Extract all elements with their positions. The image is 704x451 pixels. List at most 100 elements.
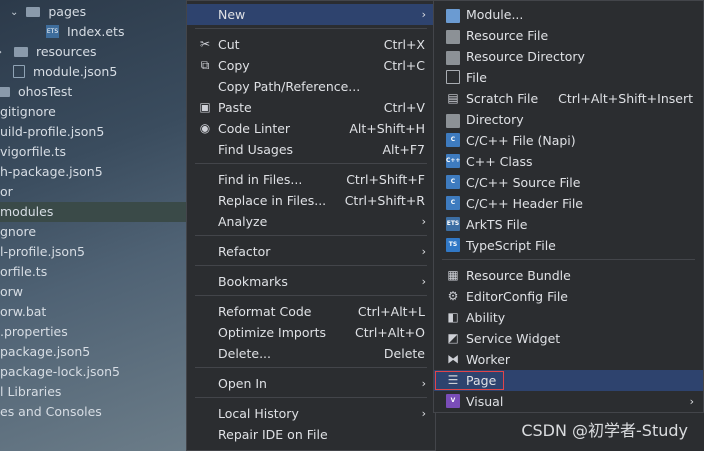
menu-item-label: Repair IDE on File bbox=[218, 427, 328, 442]
tree-row-label: orfile.ts bbox=[0, 264, 48, 279]
submenu-item-cpp-header[interactable]: C C/C++ Header File bbox=[434, 193, 703, 214]
tree-row-index-ets[interactable]: ETS Index.ets bbox=[0, 22, 186, 42]
submenu-item-page[interactable]: ☰ Page bbox=[434, 370, 703, 391]
submenu-item-editorconfig[interactable]: ⚙ EditorConfig File bbox=[434, 286, 703, 307]
menu-item-cut[interactable]: ✂ Cut Ctrl+X bbox=[187, 34, 435, 55]
tree-row[interactable]: orfile.ts bbox=[0, 262, 186, 282]
tree-row-label: vigorfile.ts bbox=[0, 144, 67, 159]
resource-bundle-icon: ▦ bbox=[447, 268, 459, 282]
menu-item-bookmarks[interactable]: Bookmarks › bbox=[187, 271, 435, 292]
tree-row[interactable]: gnore bbox=[0, 222, 186, 242]
tree-row[interactable]: orw bbox=[0, 282, 186, 302]
menu-item-label: Open In bbox=[218, 376, 267, 391]
menu-item-delete[interactable]: Delete... Delete bbox=[187, 343, 435, 364]
tree-row[interactable]: package-lock.json5 bbox=[0, 362, 186, 382]
c-source-icon: C bbox=[446, 175, 460, 189]
submenu-item-module[interactable]: Module... bbox=[434, 4, 703, 25]
menu-item-open-in[interactable]: Open In › bbox=[187, 373, 435, 394]
menu-item-code-linter[interactable]: ◉ Code Linter Alt+Shift+H bbox=[187, 118, 435, 139]
copy-icon: ⧉ bbox=[200, 58, 210, 72]
tree-row-resources[interactable]: › resources bbox=[0, 42, 186, 62]
menu-separator bbox=[195, 28, 427, 29]
menu-item-label: EditorConfig File bbox=[466, 289, 568, 304]
menu-item-find-in-files[interactable]: Find in Files... Ctrl+Shift+F bbox=[187, 169, 435, 190]
tree-row[interactable]: vigorfile.ts bbox=[0, 142, 186, 162]
tree-row[interactable]: l Libraries bbox=[0, 382, 186, 402]
submenu-item-cpp-napi[interactable]: C C/C++ File (Napi) bbox=[434, 130, 703, 151]
tree-row[interactable]: .properties bbox=[0, 322, 186, 342]
tree-row[interactable]: or bbox=[0, 182, 186, 202]
menu-item-local-history[interactable]: Local History › bbox=[187, 403, 435, 424]
menu-item-reformat-code[interactable]: Reformat Code Ctrl+Alt+L bbox=[187, 301, 435, 322]
tree-row-label: module.json5 bbox=[32, 64, 118, 79]
menu-item-label: Cut bbox=[218, 37, 240, 52]
menu-item-label: Resource Directory bbox=[466, 49, 585, 64]
tree-row-module-json5[interactable]: module.json5 bbox=[0, 62, 186, 82]
submenu-item-cpp-source[interactable]: C C/C++ Source File bbox=[434, 172, 703, 193]
submenu-item-resource-bundle[interactable]: ▦ Resource Bundle bbox=[434, 265, 703, 286]
submenu-item-arkts-file[interactable]: ETS ArkTS File bbox=[434, 214, 703, 235]
menu-item-label: Local History bbox=[218, 406, 299, 421]
tree-row[interactable]: package.json5 bbox=[0, 342, 186, 362]
menu-item-label: Delete... bbox=[218, 346, 271, 361]
submenu-item-ability[interactable]: ◧ Ability bbox=[434, 307, 703, 328]
tree-row[interactable]: uild-profile.json5 bbox=[0, 122, 186, 142]
menu-item-copy[interactable]: ⧉ Copy Ctrl+C bbox=[187, 55, 435, 76]
folder-icon bbox=[26, 6, 41, 17]
folder-icon bbox=[0, 86, 10, 97]
linter-icon: ◉ bbox=[199, 121, 211, 135]
tree-row-ohostest[interactable]: ohosTest bbox=[0, 82, 186, 102]
tree-row[interactable]: l-profile.json5 bbox=[0, 242, 186, 262]
submenu-item-cpp-class[interactable]: C++ C++ Class bbox=[434, 151, 703, 172]
menu-item-label: Replace in Files... bbox=[218, 193, 327, 208]
widget-icon: ◩ bbox=[447, 331, 459, 345]
menu-item-optimize-imports[interactable]: Optimize Imports Ctrl+Alt+O bbox=[187, 322, 435, 343]
ts-file-icon: TS bbox=[446, 238, 460, 252]
submenu-item-scratch-file[interactable]: ▤ Scratch File Ctrl+Alt+Shift+Insert bbox=[434, 88, 703, 109]
tree-row[interactable]: es and Consoles bbox=[0, 402, 186, 422]
visual-file-icon: V bbox=[446, 394, 460, 408]
chevron-right-icon: › bbox=[421, 377, 426, 390]
menu-item-label: Copy Path/Reference... bbox=[218, 79, 361, 94]
menu-item-shortcut: Ctrl+X bbox=[383, 37, 425, 52]
menu-item-paste[interactable]: ▣ Paste Ctrl+V bbox=[187, 97, 435, 118]
submenu-item-worker[interactable]: ⧓ Worker bbox=[434, 349, 703, 370]
menu-item-label: Worker bbox=[466, 352, 511, 367]
menu-item-label: C/C++ Source File bbox=[466, 175, 581, 190]
context-menu: New › ✂ Cut Ctrl+X ⧉ Copy Ctrl+C Copy Pa… bbox=[186, 0, 436, 451]
submenu-item-file[interactable]: File bbox=[434, 67, 703, 88]
menu-item-repair-ide[interactable]: Repair IDE on File bbox=[187, 424, 435, 445]
tree-row[interactable]: h-package.json5 bbox=[0, 162, 186, 182]
chevron-right-icon: › bbox=[421, 245, 426, 258]
menu-separator bbox=[195, 265, 427, 266]
submenu-item-visual[interactable]: V Visual › bbox=[434, 391, 703, 412]
menu-item-label: Reformat Code bbox=[218, 304, 312, 319]
tree-row-selected[interactable]: modules bbox=[0, 202, 186, 222]
tree-row-pages[interactable]: ⌄ pages bbox=[0, 2, 186, 22]
scratch-file-icon: ▤ bbox=[447, 91, 459, 105]
tree-row-label: uild-profile.json5 bbox=[0, 124, 105, 139]
menu-item-label: Find in Files... bbox=[218, 172, 303, 187]
chevron-right-icon: › bbox=[421, 8, 426, 21]
menu-item-analyze[interactable]: Analyze › bbox=[187, 211, 435, 232]
menu-item-copy-path[interactable]: Copy Path/Reference... bbox=[187, 76, 435, 97]
submenu-item-directory[interactable]: Directory bbox=[434, 109, 703, 130]
submenu-item-resource-file[interactable]: Resource File bbox=[434, 25, 703, 46]
tree-row-label: resources bbox=[35, 44, 97, 59]
project-tree: ⌄ pages ETS Index.ets › resources module… bbox=[0, 0, 186, 451]
tree-row[interactable]: gitignore bbox=[0, 102, 186, 122]
menu-item-new[interactable]: New › bbox=[187, 4, 435, 25]
submenu-item-typescript-file[interactable]: TS TypeScript File bbox=[434, 235, 703, 256]
folder-icon bbox=[446, 51, 460, 65]
chevron-right-icon[interactable]: › bbox=[0, 43, 2, 63]
menu-item-replace-in-files[interactable]: Replace in Files... Ctrl+Shift+R bbox=[187, 190, 435, 211]
folder-icon bbox=[446, 114, 460, 128]
menu-item-refactor[interactable]: Refactor › bbox=[187, 241, 435, 262]
tree-row-label: pages bbox=[48, 4, 87, 19]
chevron-down-icon[interactable]: ⌄ bbox=[10, 3, 18, 23]
menu-item-find-usages[interactable]: Find Usages Alt+F7 bbox=[187, 139, 435, 160]
tree-row[interactable]: orw.bat bbox=[0, 302, 186, 322]
submenu-item-service-widget[interactable]: ◩ Service Widget bbox=[434, 328, 703, 349]
menu-item-shortcut: Delete bbox=[383, 346, 425, 361]
submenu-item-resource-directory[interactable]: Resource Directory bbox=[434, 46, 703, 67]
